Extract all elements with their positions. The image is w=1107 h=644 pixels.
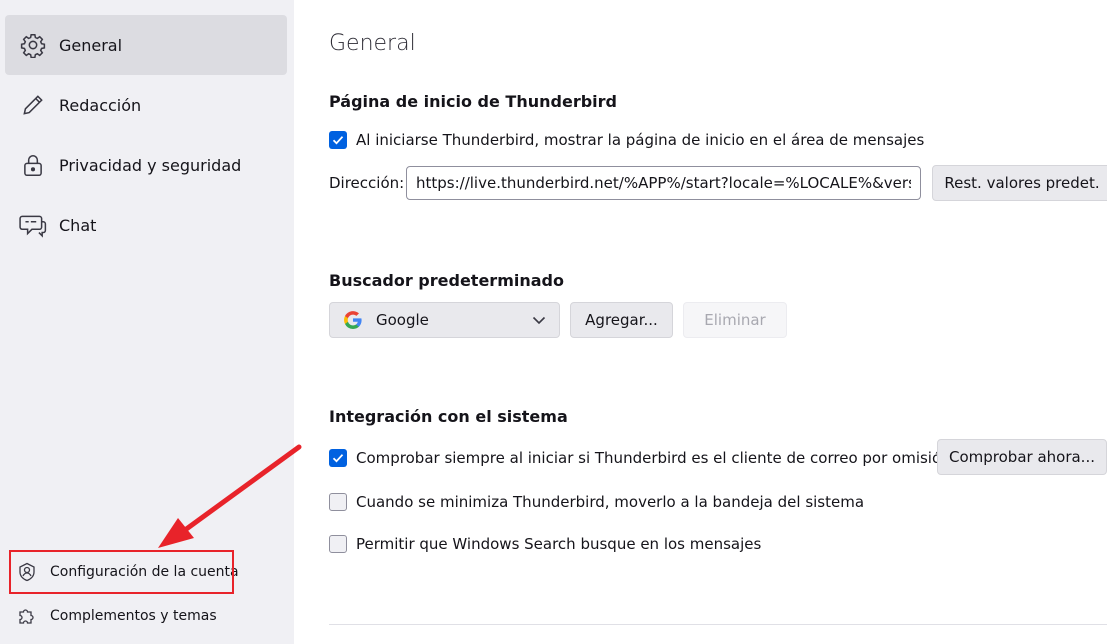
windows-search-label: Permitir que Windows Search busque en lo… [356,535,762,553]
remove-search-engine-button[interactable]: Eliminar [683,302,787,338]
integration-heading: Integración con el sistema [329,407,568,426]
chat-icon [19,211,47,239]
minimize-to-tray-row[interactable]: Cuando se minimiza Thunderbird, moverlo … [329,493,864,511]
checkmark-icon [332,136,344,145]
minimize-to-tray-label: Cuando se minimiza Thunderbird, moverlo … [356,493,865,511]
address-label: Dirección: [329,174,405,192]
pencil-icon [19,91,47,119]
search-engine-value: Google [376,311,429,329]
main-content: General Página de inicio de Thunderbird … [294,0,1107,644]
gear-icon [19,31,47,59]
addons-themes-link[interactable]: Complementos y temas [10,596,217,636]
sidebar-item-privacidad[interactable]: Privacidad y seguridad [5,135,287,195]
addons-themes-label: Complementos y temas [50,608,217,624]
sidebar-item-general[interactable]: General [5,15,287,75]
show-start-page-label: Al iniciarse Thunderbird, mostrar la pág… [356,131,925,149]
restore-defaults-button[interactable]: Rest. valores predet. [932,165,1107,201]
minimize-to-tray-checkbox[interactable] [329,493,347,511]
search-engine-select[interactable]: Google [329,302,560,338]
sidebar-item-chat[interactable]: Chat [5,195,287,255]
start-page-address-input[interactable] [406,166,921,200]
default-client-label: Comprobar siempre al iniciar si Thunderb… [356,449,951,467]
check-now-button[interactable]: Comprobar ahora... [937,439,1107,475]
section-separator [329,624,1107,625]
sidebar-item-redaccion[interactable]: Redacción [5,75,287,135]
chevron-down-icon [531,312,547,328]
windows-search-row[interactable]: Permitir que Windows Search busque en lo… [329,535,761,553]
sidebar-item-label: Chat [59,215,97,235]
sidebar-item-label: Redacción [59,95,142,115]
lock-icon [19,151,47,179]
search-heading: Buscador predeterminado [329,271,564,290]
windows-search-checkbox[interactable] [329,535,347,553]
sidebar-item-label: Privacidad y seguridad [59,155,242,175]
show-start-page-row[interactable]: Al iniciarse Thunderbird, mostrar la pág… [329,131,924,149]
default-client-checkbox[interactable] [329,449,347,467]
checkmark-icon [332,454,344,463]
sidebar-item-label: General [59,35,123,55]
google-icon [344,311,362,329]
add-search-engine-button[interactable]: Agregar... [570,302,673,338]
puzzle-icon [16,605,38,627]
sidebar: General Redacción Privacidad y seguridad [0,0,294,644]
page-title: General [329,31,416,56]
start-page-heading: Página de inicio de Thunderbird [329,92,617,111]
show-start-page-checkbox[interactable] [329,131,347,149]
annotation-highlight-box [9,550,234,594]
default-client-row[interactable]: Comprobar siempre al iniciar si Thunderb… [329,449,951,467]
